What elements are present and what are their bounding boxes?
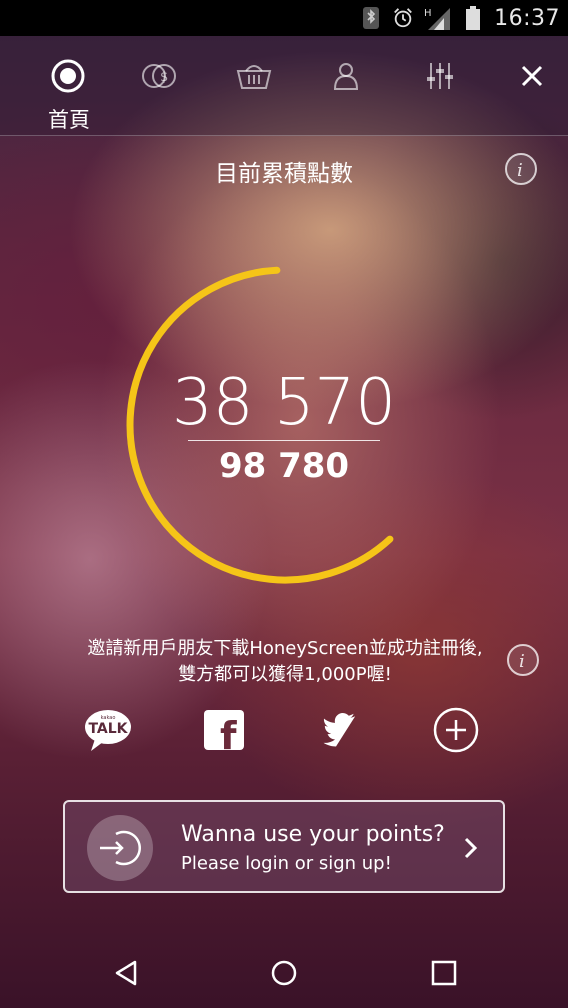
coins-icon: $ <box>142 64 176 88</box>
nav-item-profile[interactable] <box>326 56 366 96</box>
total-points-value: 98 780 <box>218 446 350 486</box>
status-time: 16:37 <box>494 5 560 31</box>
svg-text:i: i <box>517 160 523 181</box>
chevron-right-icon <box>464 837 478 859</box>
share-facebook-button[interactable]: f <box>196 702 252 758</box>
login-title: Wanna use your points? <box>181 822 445 847</box>
twitter-icon <box>323 713 356 747</box>
invite-line-1: 邀請新用戶朋友下載HoneyScreen並成功註冊後, <box>87 638 483 659</box>
android-recents-button[interactable] <box>424 956 464 990</box>
android-back-button[interactable] <box>106 956 146 990</box>
battery-icon <box>462 6 484 30</box>
nav-item-shop[interactable] <box>234 56 274 96</box>
invite-line-2: 雙方都可以獲得1,000P喔! <box>178 664 392 685</box>
home-icon <box>271 960 297 986</box>
share-twitter-button[interactable] <box>312 702 368 758</box>
home-ring-icon <box>51 59 85 93</box>
android-home-button[interactable] <box>264 956 304 990</box>
login-subtitle: Please login or sign up! <box>181 853 392 874</box>
login-arrow-icon <box>100 830 141 866</box>
nav-item-earn[interactable]: $ <box>140 56 180 96</box>
main-content: 目前累積點數 i 38 570 98 780 邀請新用戶朋友下載HoneyScr… <box>0 136 568 936</box>
alarm-icon <box>392 7 414 29</box>
svg-text:H: H <box>424 8 432 19</box>
info-icon: i <box>507 644 539 676</box>
points-info-button[interactable]: i <box>504 152 538 186</box>
android-nav-bar <box>0 936 568 1008</box>
points-title: 目前累積點數 <box>215 161 353 187</box>
login-icon-circle <box>87 815 153 881</box>
top-nav: 首頁 $ <box>0 36 568 136</box>
svg-text:i: i <box>519 651 525 672</box>
svg-text:$: $ <box>160 70 168 85</box>
current-points-value: 38 570 <box>172 366 396 440</box>
nav-item-settings[interactable] <box>420 56 460 96</box>
basket-icon <box>236 65 272 89</box>
facebook-icon: f <box>204 710 244 750</box>
person-icon <box>333 63 359 90</box>
share-row: kakao TALK f <box>0 702 568 758</box>
add-circle-icon <box>433 707 479 753</box>
invite-message: 邀請新用戶朋友下載HoneyScreen並成功註冊後, 雙方都可以獲得1,000… <box>40 636 530 688</box>
points-divider <box>188 440 380 441</box>
nav-item-close[interactable] <box>512 56 552 96</box>
share-kakaotalk-button[interactable]: kakao TALK <box>80 702 136 758</box>
bluetooth-icon <box>360 7 382 29</box>
back-icon <box>115 960 137 986</box>
invite-info-button[interactable]: i <box>506 643 540 677</box>
kakaotalk-icon: kakao TALK <box>85 710 131 751</box>
recents-icon <box>431 960 457 986</box>
signal-icon: H <box>424 7 452 30</box>
nav-item-home[interactable] <box>48 56 88 96</box>
close-icon <box>521 65 543 87</box>
svg-text:TALK: TALK <box>88 721 128 737</box>
svg-text:f: f <box>220 714 237 750</box>
info-icon: i <box>505 153 537 185</box>
sliders-icon <box>427 63 453 89</box>
share-more-button[interactable] <box>428 702 484 758</box>
nav-label-home: 首頁 <box>48 108 90 132</box>
status-bar: H 16:37 <box>0 0 568 36</box>
login-card-button[interactable]: Wanna use your points? Please login or s… <box>63 800 505 893</box>
